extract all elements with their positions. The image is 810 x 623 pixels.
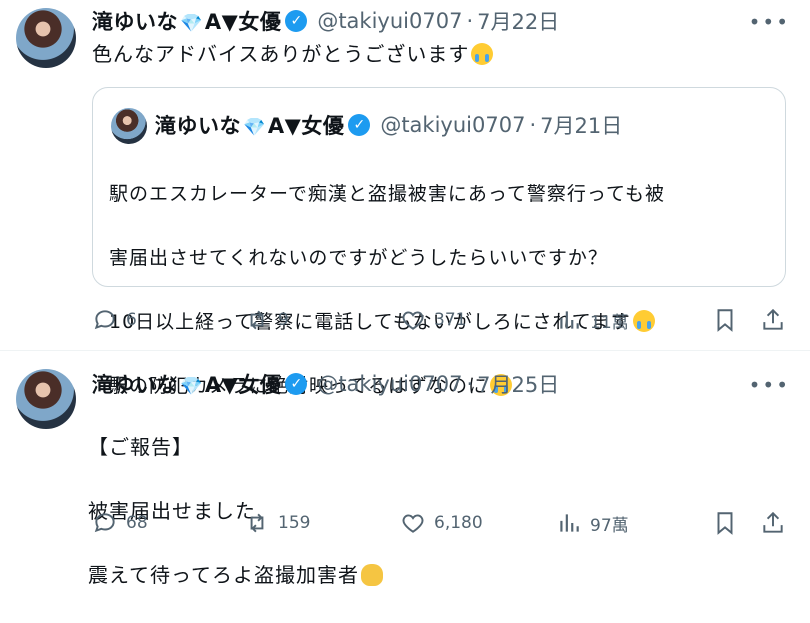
- share-icon: [763, 511, 783, 533]
- tweet-header: 滝ゆいな 💎A▼女優 ✓ @takiyui0707 · 7月25日: [92, 369, 559, 399]
- like-count: 371: [434, 310, 467, 330]
- tweet-date: 7月21日: [540, 114, 623, 138]
- like-count: 6,180: [434, 513, 483, 533]
- tweet-date[interactable]: 7月22日: [477, 6, 559, 36]
- share-icon: [763, 308, 783, 330]
- like-icon: [402, 514, 424, 533]
- tweet-text-line-content: 震えて待ってろよ盗撮加害者: [88, 563, 359, 587]
- bookmark-button[interactable]: [712, 510, 746, 536]
- more-icon[interactable]: •••: [749, 10, 790, 34]
- author-tag: A▼女優: [204, 10, 282, 34]
- reply-count: 68: [126, 513, 148, 533]
- tweet[interactable]: 滝ゆいな 💎A▼女優 ✓ @takiyui0707 · 7月22日 ••• 色んな…: [0, 0, 810, 397]
- author-name[interactable]: 滝ゆいな 💎A▼女優: [92, 6, 281, 36]
- more-icon[interactable]: •••: [749, 373, 790, 397]
- tweet-text-content: 色んなアドバイスありがとうございます: [92, 42, 470, 66]
- views-count: 97萬: [590, 515, 629, 536]
- author-tag: A▼女優: [204, 373, 282, 397]
- repost-icon: [250, 513, 264, 533]
- gem-icon: 💎: [243, 117, 266, 138]
- reply-button[interactable]: 6: [92, 307, 137, 333]
- verified-icon: ✓: [285, 10, 308, 32]
- avatar[interactable]: [16, 8, 76, 68]
- avatar[interactable]: [16, 369, 76, 429]
- divider: [0, 350, 810, 351]
- author-name: 滝ゆいな 💎A▼女優: [155, 110, 344, 140]
- separator-dot: ·: [466, 372, 474, 396]
- quoted-tweet[interactable]: 滝ゆいな 💎A▼女優 ✓ @takiyui0707 · 7月21日 駅のエスカレー…: [92, 87, 786, 397]
- reply-button[interactable]: 68: [92, 510, 148, 536]
- gem-icon: 💎: [180, 376, 203, 397]
- gem-icon: 💎: [180, 13, 203, 34]
- tweet-text: 色んなアドバイスありがとうございます: [92, 38, 494, 70]
- views-button[interactable]: 11萬: [556, 307, 629, 333]
- views-icon: [560, 311, 579, 329]
- quoted-text-line: 駅のエスカレーターで痴漢と盗撮被害にあって警察行っても被: [109, 183, 666, 205]
- reply-count: 6: [126, 310, 137, 330]
- author-name[interactable]: 滝ゆいな 💎A▼女優: [92, 369, 281, 399]
- reply-icon: [94, 513, 115, 533]
- repost-button[interactable]: 159: [244, 510, 310, 536]
- author-name-text: 滝ゆいな: [155, 114, 241, 138]
- repost-count: 159: [278, 513, 311, 533]
- like-button[interactable]: 6,180: [400, 510, 483, 536]
- action-bar: 68 159 6,180 97萬: [92, 510, 792, 540]
- author-name-text: 滝ゆいな: [92, 373, 178, 397]
- author-name-text: 滝ゆいな: [92, 10, 178, 34]
- quoted-text-line: 害届出させてくれないのですがどうしたらいいですか？: [109, 247, 608, 269]
- tweet-text-line: 【ご報告】: [88, 435, 193, 459]
- like-icon: [402, 311, 424, 330]
- views-count: 11萬: [590, 312, 629, 333]
- bookmark-icon: [717, 309, 733, 332]
- bookmark-button[interactable]: [712, 307, 746, 333]
- oncoming-fist-icon: [361, 564, 383, 586]
- verified-icon: ✓: [348, 114, 371, 136]
- views-icon: [560, 514, 579, 532]
- separator-dot: ·: [466, 9, 474, 33]
- author-handle: @takiyui0707: [380, 113, 526, 137]
- like-button[interactable]: 371: [400, 307, 466, 333]
- action-bar: 6 9 371 11萬: [92, 307, 792, 337]
- reply-icon: [94, 310, 115, 330]
- tweet-date[interactable]: 7月25日: [477, 369, 559, 399]
- tweet[interactable]: 滝ゆいな 💎A▼女優 ✓ @takiyui0707 · 7月25日 ••• 【ご報…: [0, 355, 810, 587]
- share-button[interactable]: [760, 307, 794, 333]
- views-button[interactable]: 97萬: [556, 510, 629, 536]
- share-button[interactable]: [760, 510, 794, 536]
- quoted-tweet-header: 滝ゆいな 💎A▼女優 ✓ @takiyui0707 · 7月21日: [155, 110, 622, 140]
- repost-button[interactable]: 9: [244, 307, 289, 333]
- loudly-crying-face-icon: [471, 43, 494, 65]
- repost-icon: [250, 310, 264, 330]
- author-tag: A▼女優: [267, 114, 345, 138]
- bookmark-icon: [717, 512, 733, 535]
- repost-count: 9: [278, 310, 289, 330]
- verified-icon: ✓: [285, 373, 308, 395]
- author-handle[interactable]: @takiyui0707: [317, 9, 462, 33]
- avatar: [111, 108, 147, 144]
- tweet-header: 滝ゆいな 💎A▼女優 ✓ @takiyui0707 · 7月22日: [92, 6, 559, 36]
- author-handle[interactable]: @takiyui0707: [317, 372, 462, 396]
- separator-dot: ·: [529, 113, 537, 137]
